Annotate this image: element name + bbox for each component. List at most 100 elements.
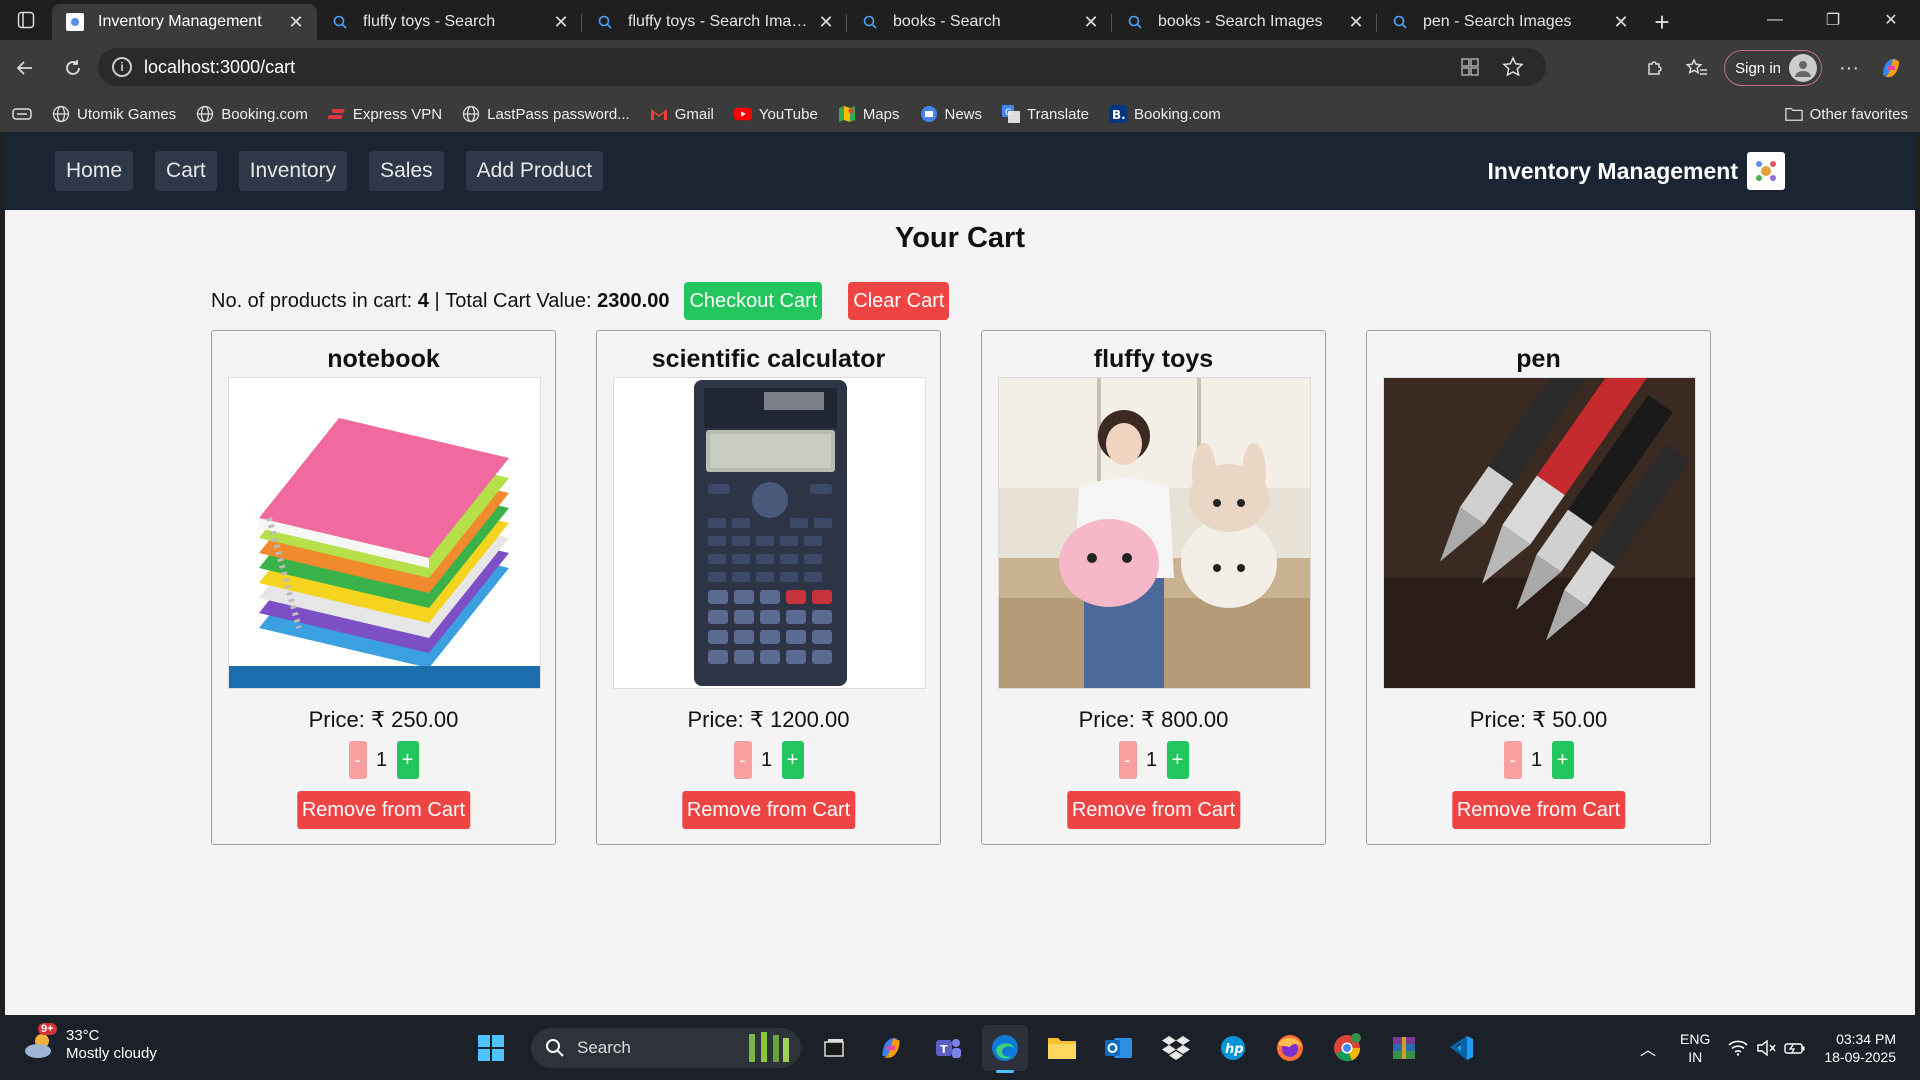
youtube-icon bbox=[733, 105, 752, 123]
remove-from-cart-button[interactable]: Remove from Cart bbox=[1451, 791, 1626, 829]
language-code: ENG bbox=[1680, 1030, 1711, 1047]
restore-button[interactable]: ❐ bbox=[1804, 0, 1862, 40]
favorite-gmail[interactable]: Gmail bbox=[650, 105, 714, 123]
favorite-express-vpn[interactable]: Express VPN bbox=[327, 105, 443, 123]
chrome-button[interactable] bbox=[1324, 1025, 1370, 1071]
clock[interactable]: 03:34 PM 18-09-2025 bbox=[1824, 1030, 1896, 1066]
copilot-taskbar-button[interactable] bbox=[868, 1025, 914, 1071]
tab-fluffy-toys-images[interactable]: fluffy toys - Search Images ✕ bbox=[582, 4, 847, 40]
product-price: Price: ₹ 800.00 bbox=[1078, 707, 1229, 732]
speaker-muted-icon[interactable] bbox=[1756, 1039, 1776, 1056]
decrease-quantity-button[interactable]: - bbox=[1118, 741, 1137, 779]
wifi-icon[interactable] bbox=[1728, 1040, 1748, 1056]
site-info-icon[interactable]: i bbox=[112, 57, 132, 77]
increase-quantity-button[interactable]: + bbox=[781, 741, 804, 779]
sign-in-button[interactable]: Sign in bbox=[1724, 50, 1822, 86]
refresh-button[interactable] bbox=[50, 45, 96, 91]
app-available-icon[interactable] bbox=[1460, 57, 1480, 77]
decrease-quantity-button[interactable]: - bbox=[1503, 741, 1522, 779]
total-value-label: Total Cart Value: bbox=[445, 289, 592, 312]
tab-close-icon[interactable]: ✕ bbox=[1610, 12, 1632, 33]
tab-actions-button[interactable] bbox=[0, 0, 52, 40]
nav-sales-link[interactable]: Sales bbox=[369, 151, 444, 191]
windows-taskbar: 9+ 33°C Mostly cloudy Search T hp ︿ ENG … bbox=[0, 1015, 1920, 1080]
decrease-quantity-button[interactable]: - bbox=[733, 741, 752, 779]
increase-quantity-button[interactable]: + bbox=[1166, 741, 1189, 779]
notebook-photo bbox=[229, 378, 540, 688]
favorite-booking[interactable]: Booking.com bbox=[196, 105, 308, 123]
clear-cart-button[interactable]: Clear Cart bbox=[848, 282, 950, 320]
vscode-button[interactable] bbox=[1438, 1025, 1484, 1071]
tab-title: pen - Search Images bbox=[1423, 13, 1572, 30]
booking-icon: B. bbox=[1109, 105, 1127, 123]
taskbar-search-box[interactable]: Search bbox=[531, 1028, 801, 1068]
favorite-maps[interactable]: Maps bbox=[838, 105, 900, 123]
increase-quantity-button[interactable]: + bbox=[396, 741, 419, 779]
back-button[interactable] bbox=[2, 45, 48, 91]
winrar-button[interactable] bbox=[1381, 1025, 1427, 1071]
quantity-stepper: - 1 + bbox=[597, 741, 940, 779]
nav-home-link[interactable]: Home bbox=[55, 151, 134, 191]
remove-from-cart-button[interactable]: Remove from Cart bbox=[296, 791, 471, 829]
products-count-label: No. of products in cart: bbox=[211, 289, 413, 312]
task-view-button[interactable] bbox=[811, 1025, 857, 1071]
tab-title: books - Search bbox=[893, 13, 1001, 30]
extensions-button[interactable] bbox=[1634, 47, 1676, 89]
favorite-news[interactable]: News bbox=[920, 105, 982, 123]
favorite-label: Express VPN bbox=[352, 105, 443, 123]
nav-inventory-link[interactable]: Inventory bbox=[238, 151, 348, 191]
teams-button[interactable]: T bbox=[925, 1025, 971, 1071]
quantity-value: 1 bbox=[760, 748, 773, 771]
tab-close-icon[interactable]: ✕ bbox=[550, 12, 572, 33]
favorite-booking-2[interactable]: B. Booking.com bbox=[1109, 105, 1221, 123]
weather-widget[interactable]: 9+ 33°C Mostly cloudy bbox=[22, 1023, 157, 1063]
decrease-quantity-button[interactable]: - bbox=[348, 741, 367, 779]
nav-add-product-link[interactable]: Add Product bbox=[465, 151, 604, 191]
outlook-icon bbox=[1105, 1038, 1132, 1058]
browser-tab-bar: Inventory Management ✕ fluffy toys - Sea… bbox=[0, 0, 1920, 40]
file-explorer-button[interactable] bbox=[1039, 1025, 1085, 1071]
plush-toys-photo bbox=[999, 378, 1310, 688]
firefox-button[interactable] bbox=[1267, 1025, 1313, 1071]
copilot-button[interactable] bbox=[1870, 47, 1912, 89]
hp-button[interactable]: hp bbox=[1210, 1025, 1256, 1071]
favorite-youtube[interactable]: YouTube bbox=[733, 105, 818, 123]
close-window-button[interactable]: ✕ bbox=[1862, 0, 1920, 40]
favorite-lastpass[interactable]: LastPass password... bbox=[462, 105, 630, 123]
tab-inventory-management[interactable]: Inventory Management ✕ bbox=[52, 4, 317, 40]
tab-books-search[interactable]: books - Search ✕ bbox=[847, 4, 1112, 40]
tab-books-images[interactable]: books - Search Images ✕ bbox=[1112, 4, 1377, 40]
reading-view-button[interactable] bbox=[12, 106, 32, 122]
address-bar[interactable]: i localhost:3000/cart bbox=[98, 48, 1546, 86]
start-button[interactable] bbox=[468, 1025, 514, 1071]
minimize-button[interactable]: ― bbox=[1746, 0, 1804, 40]
tab-close-icon[interactable]: ✕ bbox=[1080, 12, 1102, 33]
outlook-button[interactable] bbox=[1096, 1025, 1142, 1071]
more-options-button[interactable]: ··· bbox=[1828, 47, 1870, 89]
favorite-label: Utomik Games bbox=[77, 105, 177, 123]
product-name: pen bbox=[1516, 345, 1561, 373]
favorite-translate[interactable]: G Translate bbox=[1002, 105, 1089, 123]
battery-icon[interactable] bbox=[1784, 1040, 1806, 1056]
favorites-button[interactable] bbox=[1676, 47, 1718, 89]
new-tab-button[interactable]: + bbox=[1642, 4, 1682, 40]
remove-from-cart-button[interactable]: Remove from Cart bbox=[1066, 791, 1241, 829]
nav-cart-link[interactable]: Cart bbox=[155, 151, 217, 191]
tab-pen-images[interactable]: pen - Search Images ✕ bbox=[1377, 4, 1642, 40]
tab-close-icon[interactable]: ✕ bbox=[815, 12, 837, 33]
tab-close-icon[interactable]: ✕ bbox=[1345, 12, 1367, 33]
dropbox-button[interactable] bbox=[1153, 1025, 1199, 1071]
other-favorites-folder[interactable]: Other favorites bbox=[1784, 105, 1908, 123]
language-indicator[interactable]: ENG IN bbox=[1680, 1030, 1710, 1066]
hp-icon: hp bbox=[1221, 1036, 1245, 1060]
remove-from-cart-button[interactable]: Remove from Cart bbox=[681, 791, 856, 829]
tab-close-icon[interactable]: ✕ bbox=[285, 12, 307, 33]
search-icon bbox=[861, 13, 879, 31]
favorite-utomik-games[interactable]: Utomik Games bbox=[52, 105, 176, 123]
tab-fluffy-toys-search[interactable]: fluffy toys - Search ✕ bbox=[317, 4, 582, 40]
chevron-up-icon[interactable]: ︿ bbox=[1640, 1036, 1656, 1060]
checkout-cart-button[interactable]: Checkout Cart bbox=[684, 282, 823, 320]
favorite-star-icon[interactable] bbox=[1502, 56, 1524, 78]
edge-button[interactable] bbox=[982, 1025, 1028, 1073]
increase-quantity-button[interactable]: + bbox=[1551, 741, 1574, 779]
